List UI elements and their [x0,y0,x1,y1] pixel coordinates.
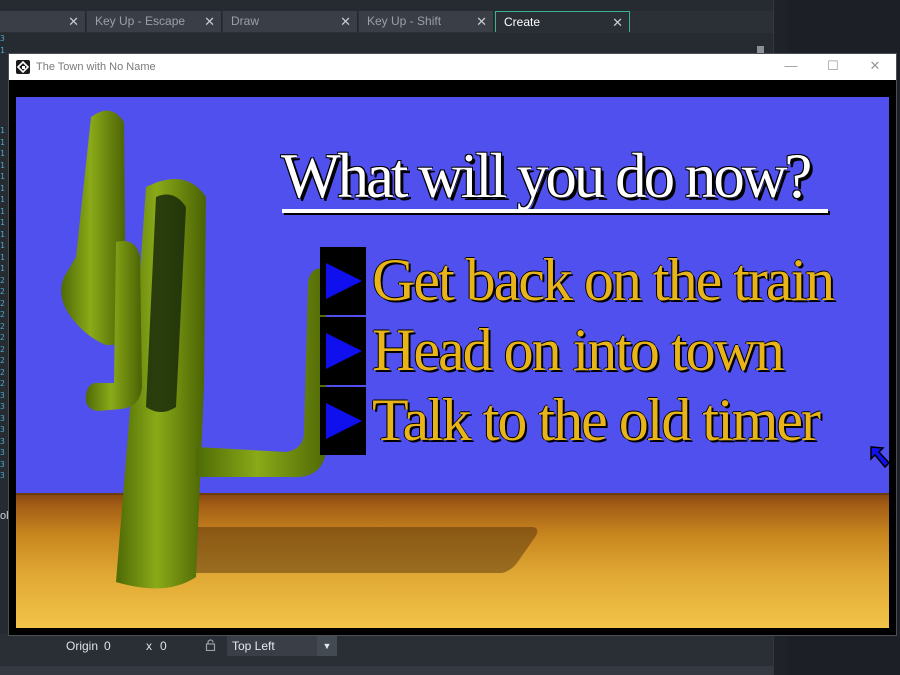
tab-key-up-shift[interactable]: Key Up - Shift ✕ [359,11,494,32]
choice-label: Head on into town [372,317,785,383]
choice-marker [320,247,366,315]
anchor-select[interactable]: Top Left ▼ [227,636,337,656]
tab-label: Draw [231,14,260,28]
close-icon[interactable]: ✕ [204,11,215,32]
properties-bar-row [0,666,773,675]
tab-create[interactable]: Create ✕ [495,11,630,32]
play-arrow-icon [326,263,362,299]
question-heading: What will you do now? [281,141,812,211]
choice-get-back-on-train[interactable]: Get back on the train [320,247,880,315]
cursor-icon [870,446,889,469]
x-label: x [146,639,152,653]
close-icon[interactable]: ✕ [340,11,351,32]
close-icon[interactable]: ✕ [68,11,79,32]
window-title: The Town with No Name [36,61,156,73]
origin-x-field[interactable]: 0 [104,639,111,653]
choice-label: Get back on the train [372,247,835,313]
tab-label: Key Up - Shift [367,14,442,28]
choice-marker [320,387,366,455]
heading-underline [282,209,828,213]
tab-draw[interactable]: Draw ✕ [223,11,358,32]
choice-label: Talk to the old timer [372,387,821,453]
anchor-select-value: Top Left [232,639,275,653]
close-icon[interactable]: ✕ [612,12,623,33]
tab-key-up-escape[interactable]: Key Up - Escape ✕ [87,11,222,32]
origin-label: Origin [66,639,99,653]
play-arrow-icon [326,403,362,439]
origin-y-field[interactable]: 0 [160,639,167,653]
close-button[interactable]: ✕ [855,55,895,79]
tab-label: Key Up - Escape [95,14,186,28]
choice-head-into-town[interactable]: Head on into town [320,317,880,385]
chevron-down-icon[interactable]: ▼ [317,636,337,656]
choice-marker [320,317,366,385]
app-icon [16,60,30,74]
close-icon[interactable]: ✕ [476,11,487,32]
choice-talk-to-old-timer[interactable]: Talk to the old timer [320,387,880,455]
maximize-button[interactable]: ☐ [813,55,853,79]
tab-label: Create [504,15,541,29]
lock-icon[interactable] [205,639,216,651]
tab-unnamed[interactable]: ✕ [0,11,86,32]
play-arrow-icon [326,333,362,369]
minimize-button[interactable]: — [771,55,811,79]
game-canvas[interactable]: What will you do now? Get back on the tr… [16,97,889,628]
